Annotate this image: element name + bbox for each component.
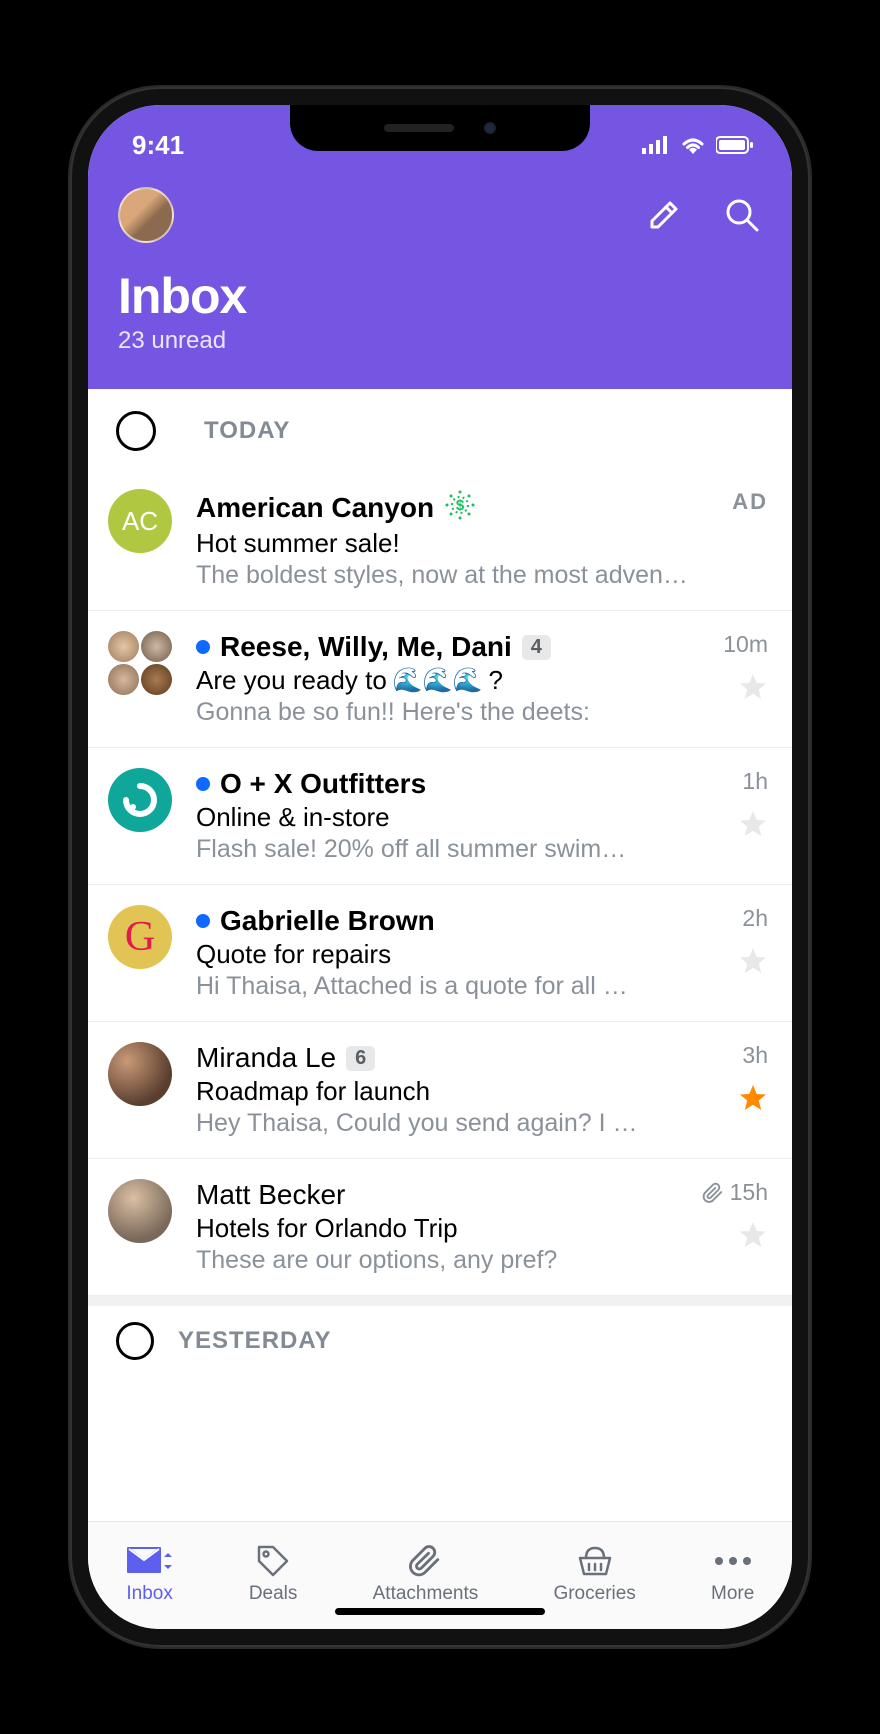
email-row[interactable]: Miranda Le 6 Roadmap for launch Hey Thai… [88,1022,792,1159]
email-subject: Hotels for Orlando Trip [196,1213,696,1244]
star-toggle[interactable] [738,672,768,702]
select-all-toggle[interactable] [116,411,156,451]
email-preview: Hi Thaisa, Attached is a quote for all … [196,972,696,1001]
email-time: 2h [742,905,768,932]
email-list[interactable]: TODAY AC American Canyon $ Hot summer sa… [88,389,792,1521]
email-preview: Flash sale! 20% off all summer swim… [196,835,696,864]
phone-frame: 9:41 [70,87,810,1647]
star-toggle[interactable] [738,1083,768,1113]
email-row[interactable]: Matt Becker Hotels for Orlando Trip Thes… [88,1159,792,1296]
phone-screen: 9:41 [88,105,792,1629]
nav-label: Inbox [126,1583,172,1605]
compose-icon[interactable] [644,195,684,235]
email-time: 1h [742,768,768,795]
section-label: YESTERDAY [178,1327,332,1355]
email-sender: O + X Outfitters [220,768,426,800]
tag-icon [255,1543,291,1579]
profile-avatar[interactable] [118,187,174,243]
sender-avatar [108,768,172,832]
nav-inbox[interactable]: Inbox [126,1543,174,1605]
section-today: TODAY [88,389,792,469]
email-subject: Online & in-store [196,802,696,833]
email-sender: Gabrielle Brown [220,905,435,937]
email-row[interactable]: O + X Outfitters Online & in-store Flash… [88,748,792,885]
sender-avatar [108,1179,172,1243]
nav-label: Groceries [553,1583,635,1605]
inbox-icon [126,1543,174,1579]
nav-label: Attachments [373,1583,479,1605]
device-notch [290,105,590,151]
unread-indicator [196,777,210,791]
email-sender: Miranda Le [196,1042,336,1074]
ad-badge: AD [732,489,768,515]
more-icon [713,1543,753,1579]
email-subject: Roadmap for launch [196,1076,696,1107]
paperclip-icon [408,1543,442,1579]
unread-indicator [196,640,210,654]
attachment-icon [702,1182,724,1204]
unread-count: 23 unread [118,327,762,355]
page-title: Inbox [118,267,762,325]
nav-label: Deals [249,1583,298,1605]
sponsored-dollar-icon: $ [444,489,476,526]
email-sender: Reese, Willy, Me, Dani [220,631,512,663]
email-subject: Quote for repairs [196,939,696,970]
star-toggle[interactable] [738,809,768,839]
star-toggle[interactable] [738,946,768,976]
ad-preview: The boldest styles, now at the most adve… [196,561,696,590]
thread-count-badge: 4 [522,635,551,660]
battery-icon [716,130,754,161]
home-indicator[interactable] [335,1608,545,1615]
ad-subject: Hot summer sale! [196,528,696,559]
inbox-header: Inbox 23 unread [88,165,792,389]
unread-indicator [196,914,210,928]
nav-groceries[interactable]: Groceries [553,1543,635,1605]
email-preview: Hey Thaisa, Could you send again? I … [196,1109,696,1138]
group-avatar [108,631,172,695]
status-time: 9:41 [132,130,184,161]
nav-more[interactable]: More [711,1543,754,1605]
sender-avatar: G [108,905,172,969]
email-time: 10m [723,631,768,658]
ad-sender: American Canyon [196,492,434,524]
select-all-toggle[interactable] [116,1322,154,1360]
search-icon[interactable] [722,195,762,235]
wifi-icon [680,130,706,161]
section-label: TODAY [204,417,290,445]
basket-icon [576,1543,614,1579]
wave-emoji: 🌊🌊🌊 [393,666,483,695]
ad-avatar: AC [108,489,172,553]
email-sender: Matt Becker [196,1179,345,1211]
email-row[interactable]: Reese, Willy, Me, Dani 4 Are you ready t… [88,611,792,748]
nav-deals[interactable]: Deals [249,1543,298,1605]
email-preview: Gonna be so fun!! Here's the deets: [196,698,696,727]
svg-text:$: $ [456,497,465,514]
section-yesterday: YESTERDAY [88,1306,792,1360]
thread-count-badge: 6 [346,1046,375,1071]
email-preview: These are our options, any pref? [196,1246,696,1275]
email-time: 15h [702,1179,768,1206]
email-row[interactable]: G Gabrielle Brown Quote for repairs Hi T… [88,885,792,1022]
signal-icon [642,130,670,161]
star-toggle[interactable] [738,1220,768,1250]
nav-label: More [711,1583,754,1605]
section-separator [88,1296,792,1306]
nav-attachments[interactable]: Attachments [373,1543,479,1605]
email-subject: Are you ready to 🌊🌊🌊 ? [196,665,696,696]
email-time: 3h [742,1042,768,1069]
ad-row[interactable]: AC American Canyon $ Hot summer sale! Th… [88,469,792,611]
sender-avatar [108,1042,172,1106]
